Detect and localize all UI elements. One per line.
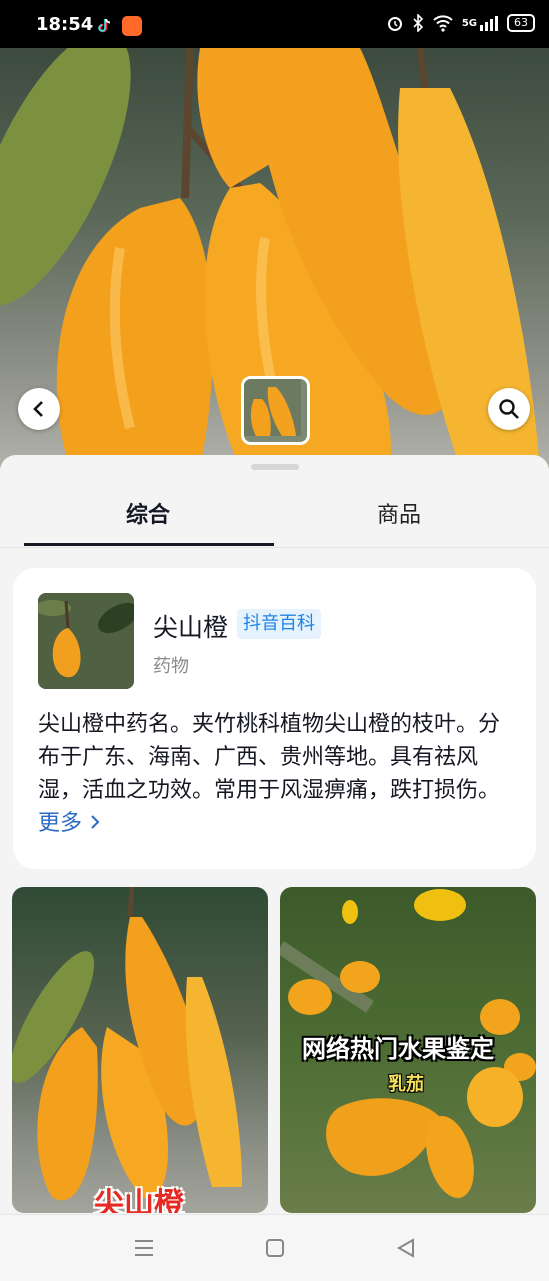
active-tab-indicator: [24, 543, 274, 546]
tiktok-icon: [98, 18, 111, 33]
system-nav-bar: [0, 1214, 549, 1281]
search-icon: [499, 399, 519, 419]
entry-title: 尖山橙: [153, 613, 229, 642]
status-indicators: 5G 63: [386, 14, 535, 32]
result-overlay-text-1: 尖山橙: [94, 1187, 184, 1213]
entry-thumbnail: [38, 593, 134, 689]
more-label: 更多: [38, 811, 83, 836]
description-text: 尖山橙中药名。夹竹桃科植物尖山橙的枝叶。分布于广东、海南、广西、贵州等地。具有祛…: [38, 712, 501, 803]
selected-image-thumbnail[interactable]: [241, 376, 310, 445]
status-time: 18:54: [36, 14, 94, 35]
encyclopedia-badge: 抖音百科: [237, 609, 321, 639]
status-bar: 18:54 5G 63: [0, 0, 549, 48]
home-icon[interactable]: [264, 1237, 286, 1259]
signal-icon: [480, 16, 498, 31]
chevron-left-icon: [33, 401, 43, 417]
app-notification-icon: [122, 16, 142, 36]
tab-all[interactable]: 综合: [126, 497, 170, 529]
tab-bar: 综合 商品: [0, 485, 549, 548]
back-triangle-icon[interactable]: [395, 1237, 417, 1259]
result-tile-2[interactable]: 网络热门水果鉴定 乳茄: [280, 887, 536, 1213]
encyclopedia-card[interactable]: 尖山橙 抖音百科 药物 尖山橙中药名。夹竹桃科植物尖山橙的枝叶。分布于广东、海南…: [13, 568, 536, 869]
back-button[interactable]: [18, 388, 60, 430]
menu-icon[interactable]: [133, 1237, 155, 1259]
network-type: 5G: [461, 17, 477, 29]
wifi-icon: [433, 15, 453, 32]
hero-image: [0, 48, 549, 468]
result-overlay-subtext-2: 乳茄: [388, 1074, 424, 1095]
result-overlay-text-2: 网络热门水果鉴定: [302, 1035, 494, 1063]
entry-description: 尖山橙中药名。夹竹桃科植物尖山橙的枝叶。分布于广东、海南、广西、贵州等地。具有祛…: [38, 708, 513, 840]
search-button[interactable]: [488, 388, 530, 430]
chevron-right-icon: [91, 815, 100, 829]
sheet-drag-handle[interactable]: [251, 464, 299, 470]
alarm-icon: [387, 17, 402, 31]
result-tile-1[interactable]: 尖山橙: [12, 887, 268, 1213]
entry-category: 药物: [153, 656, 189, 677]
battery-indicator: 63: [507, 14, 535, 32]
tab-products[interactable]: 商品: [377, 497, 421, 529]
result-image-1: [12, 887, 242, 1201]
bluetooth-icon: [413, 14, 423, 32]
more-link[interactable]: 更多: [38, 811, 101, 836]
